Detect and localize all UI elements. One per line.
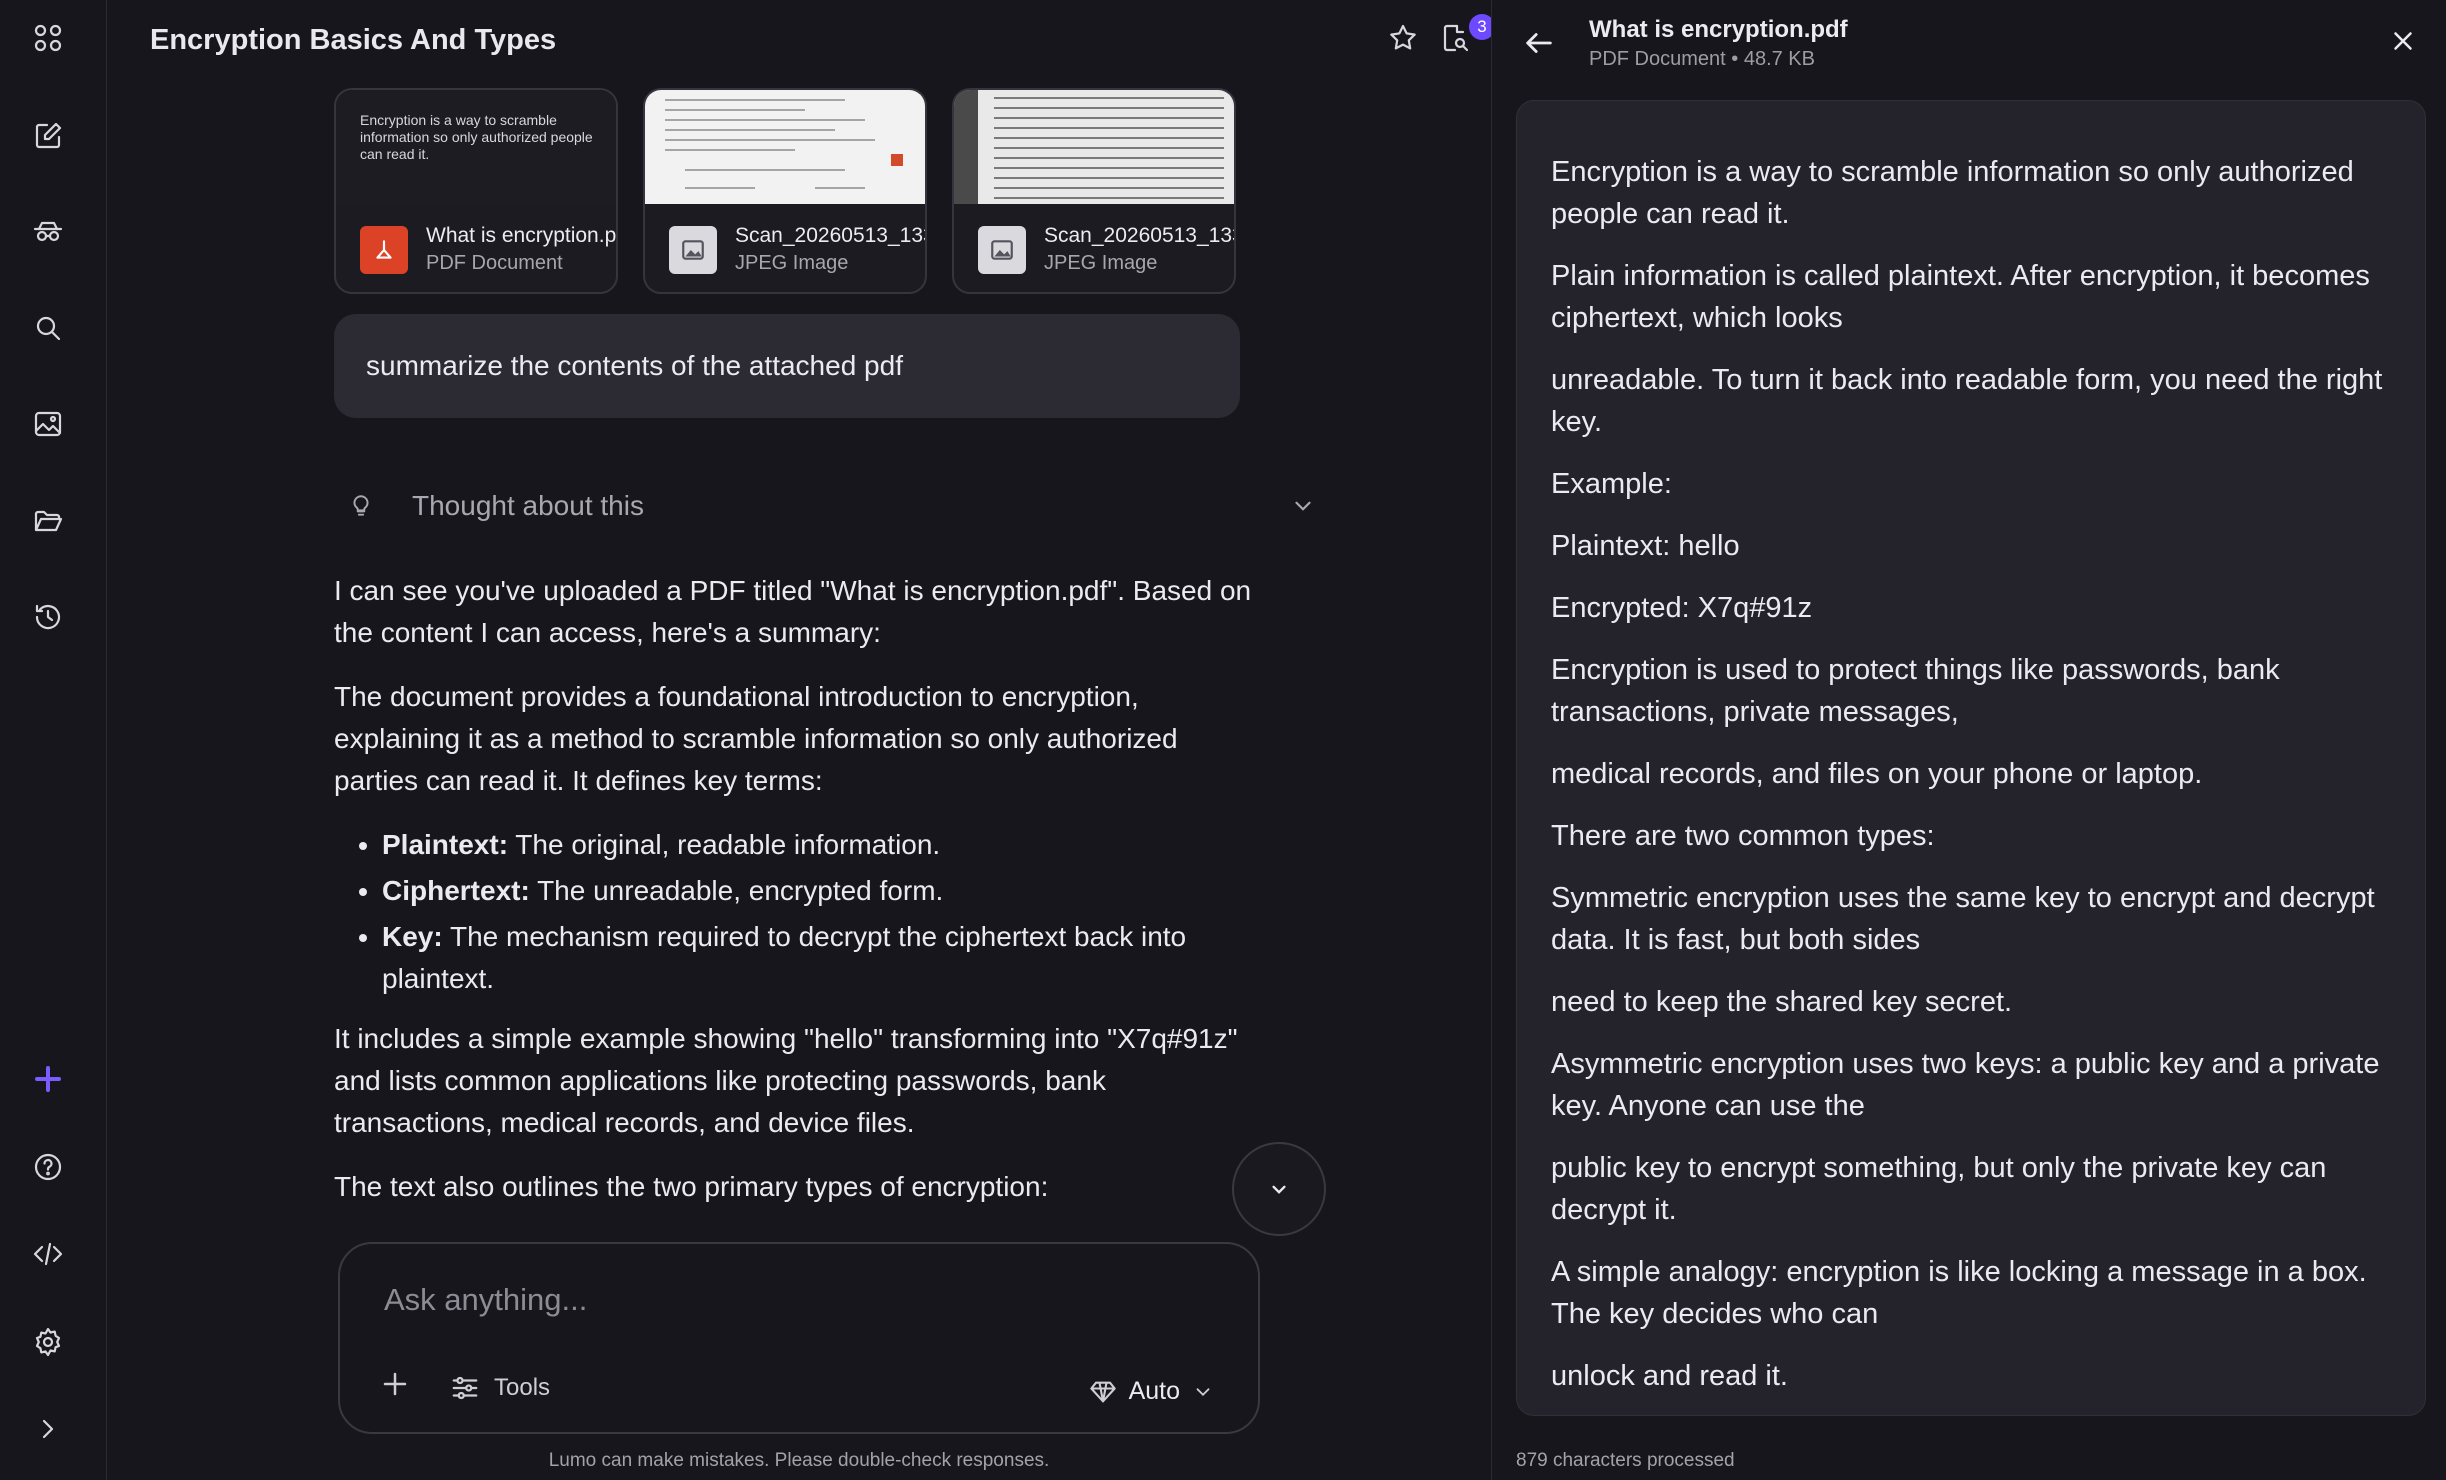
attachment-name: Scan_20260513_133 [1044,224,1236,247]
pdf-paragraph: Plaintext: hello [1551,530,1740,562]
preview-title: What is encryption.pdf [1589,16,1848,43]
pdf-paragraph: unlock and read it. [1551,1360,1788,1392]
settings-icon[interactable] [27,1321,69,1363]
chevron-down-icon [1295,501,1311,511]
term-label: Key: [382,921,443,952]
arrow-left-icon [1526,33,1552,53]
search-icon[interactable] [27,307,69,349]
list-item: Plaintext: The original, readable inform… [382,824,1254,866]
term-label: Ciphertext: [382,875,530,906]
attachment-name: Scan_20260513_133 [735,224,927,247]
term-description: The unreadable, encrypted form. [529,875,944,906]
pdf-paragraph: Symmetric encryption uses the same key t… [1551,882,2375,956]
close-button[interactable] [2388,26,2418,61]
add-attachment-button[interactable] [380,1369,410,1406]
images-icon[interactable] [27,403,69,445]
chevron-down-icon [1272,1185,1286,1194]
chevron-down-icon [1196,1387,1210,1396]
pdf-paragraph: medical records, and files on your phone… [1551,758,2203,790]
diamond-icon [1089,1381,1116,1402]
list-item: Ciphertext: The unreadable, encrypted fo… [382,870,1254,912]
tools-button[interactable]: Tools [450,1373,550,1403]
model-label: Auto [1128,1377,1180,1405]
attachment-type: JPEG Image [735,252,849,274]
new-chat-icon[interactable] [27,115,69,157]
pdf-file-icon [360,225,408,274]
attachment-card[interactable]: Scan_20260513_133 JPEG Image [643,88,927,294]
pdf-paragraph: Encryption is used to protect things lik… [1551,654,2280,728]
list-item: Key: The mechanism required to decrypt t… [382,916,1254,1000]
pdf-paragraph: unreadable. To turn it back into readabl… [1551,364,2383,438]
apps-grid-icon[interactable] [27,17,69,59]
help-icon[interactable] [27,1146,69,1188]
thought-toggle[interactable]: Thought about this [348,490,1316,522]
characters-processed: 879 characters processed [1516,1450,1735,1471]
pdf-paragraph: Asymmetric encryption uses two keys: a p… [1551,1048,2380,1122]
attachment-type: PDF Document [426,252,563,274]
incognito-icon[interactable] [27,211,69,253]
pdf-paragraph: Encryption is a way to scramble informat… [1551,156,2354,230]
folder-icon[interactable] [27,500,69,542]
response-intro: I can see you've uploaded a PDF titled "… [334,575,1252,648]
image-file-icon [669,225,717,274]
code-icon[interactable] [27,1233,69,1275]
assistant-response: I can see you've uploaded a PDF titled "… [334,570,1254,1230]
pdf-paragraph: Example: [1551,468,1672,500]
user-message: summarize the contents of the attached p… [334,314,1240,418]
scroll-down-button[interactable] [1232,1142,1326,1236]
plus-icon [383,1372,407,1396]
preview-subtitle: PDF Document • 48.7 KB [1589,48,1815,70]
pdf-paragraph: need to keep the shared key secret. [1551,986,2013,1018]
pdf-thumbnail-text: Encryption is a way to scramble informat… [360,112,593,162]
pdf-paragraph: Plain information is called plaintext. A… [1551,260,2370,334]
disclaimer: Lumo can make mistakes. Please double-ch… [548,1450,1050,1471]
term-label: Plaintext: [382,829,509,860]
plus-icon[interactable] [27,1058,69,1100]
chat-area: Encryption Basics And Types 3 Encryption… [108,0,1495,1480]
attachments-row: Encryption is a way to scramble informat… [334,88,1236,294]
conversation-title: Encryption Basics And Types [150,24,557,56]
header-actions: 3 [1387,14,1495,59]
composer: Tools Auto [338,1242,1260,1434]
attachment-name: What is encryption.p [426,224,617,247]
favorite-star-icon[interactable] [1387,22,1419,59]
tools-label: Tools [494,1373,551,1401]
term-description: The mechanism required to decrypt the ci… [382,921,1187,994]
thought-label: Thought about this [412,490,644,521]
attachment-type: JPEG Image [1044,252,1158,274]
ask-input[interactable] [384,1282,1224,1318]
pdf-paragraph: A simple analogy: encryption is like loc… [1551,1256,2367,1330]
expand-chevron-icon[interactable] [27,1408,69,1450]
left-rail [0,0,107,1480]
response-paragraph: The text also outlines the two primary t… [334,1171,1049,1202]
pdf-paragraph: public key to encrypt something, but onl… [1551,1152,2327,1226]
close-icon [2394,32,2412,50]
response-paragraph: The document provides a foundational int… [334,681,1178,796]
pdf-thumbnail: Encryption is a way to scramble informat… [336,90,616,204]
back-button[interactable] [1522,26,1556,65]
sliders-icon [452,1376,478,1399]
pdf-content: Encryption is a way to scramble informat… [1516,100,2426,1416]
key-terms-list: Plaintext: The original, readable inform… [382,824,1254,1000]
attachment-card[interactable]: Encryption is a way to scramble informat… [334,88,618,294]
document-preview-panel: What is encryption.pdf PDF Document • 48… [1491,0,2446,1480]
pdf-paragraph: There are two common types: [1551,820,1935,852]
scan-thumbnail [954,90,1234,204]
file-search-icon [1443,24,1469,52]
term-description: The original, readable information. [508,829,941,860]
model-selector[interactable]: Auto [1089,1377,1214,1406]
files-button[interactable]: 3 [1439,14,1495,59]
lightbulb-icon [353,495,369,516]
response-paragraph: It includes a simple example showing "he… [334,1023,1238,1138]
scan-thumbnail [645,90,925,204]
attachment-card[interactable]: Scan_20260513_133 JPEG Image [952,88,1236,294]
history-icon[interactable] [27,596,69,638]
image-file-icon [978,225,1026,274]
pdf-paragraph: Encrypted: X7q#91z [1551,592,1813,624]
